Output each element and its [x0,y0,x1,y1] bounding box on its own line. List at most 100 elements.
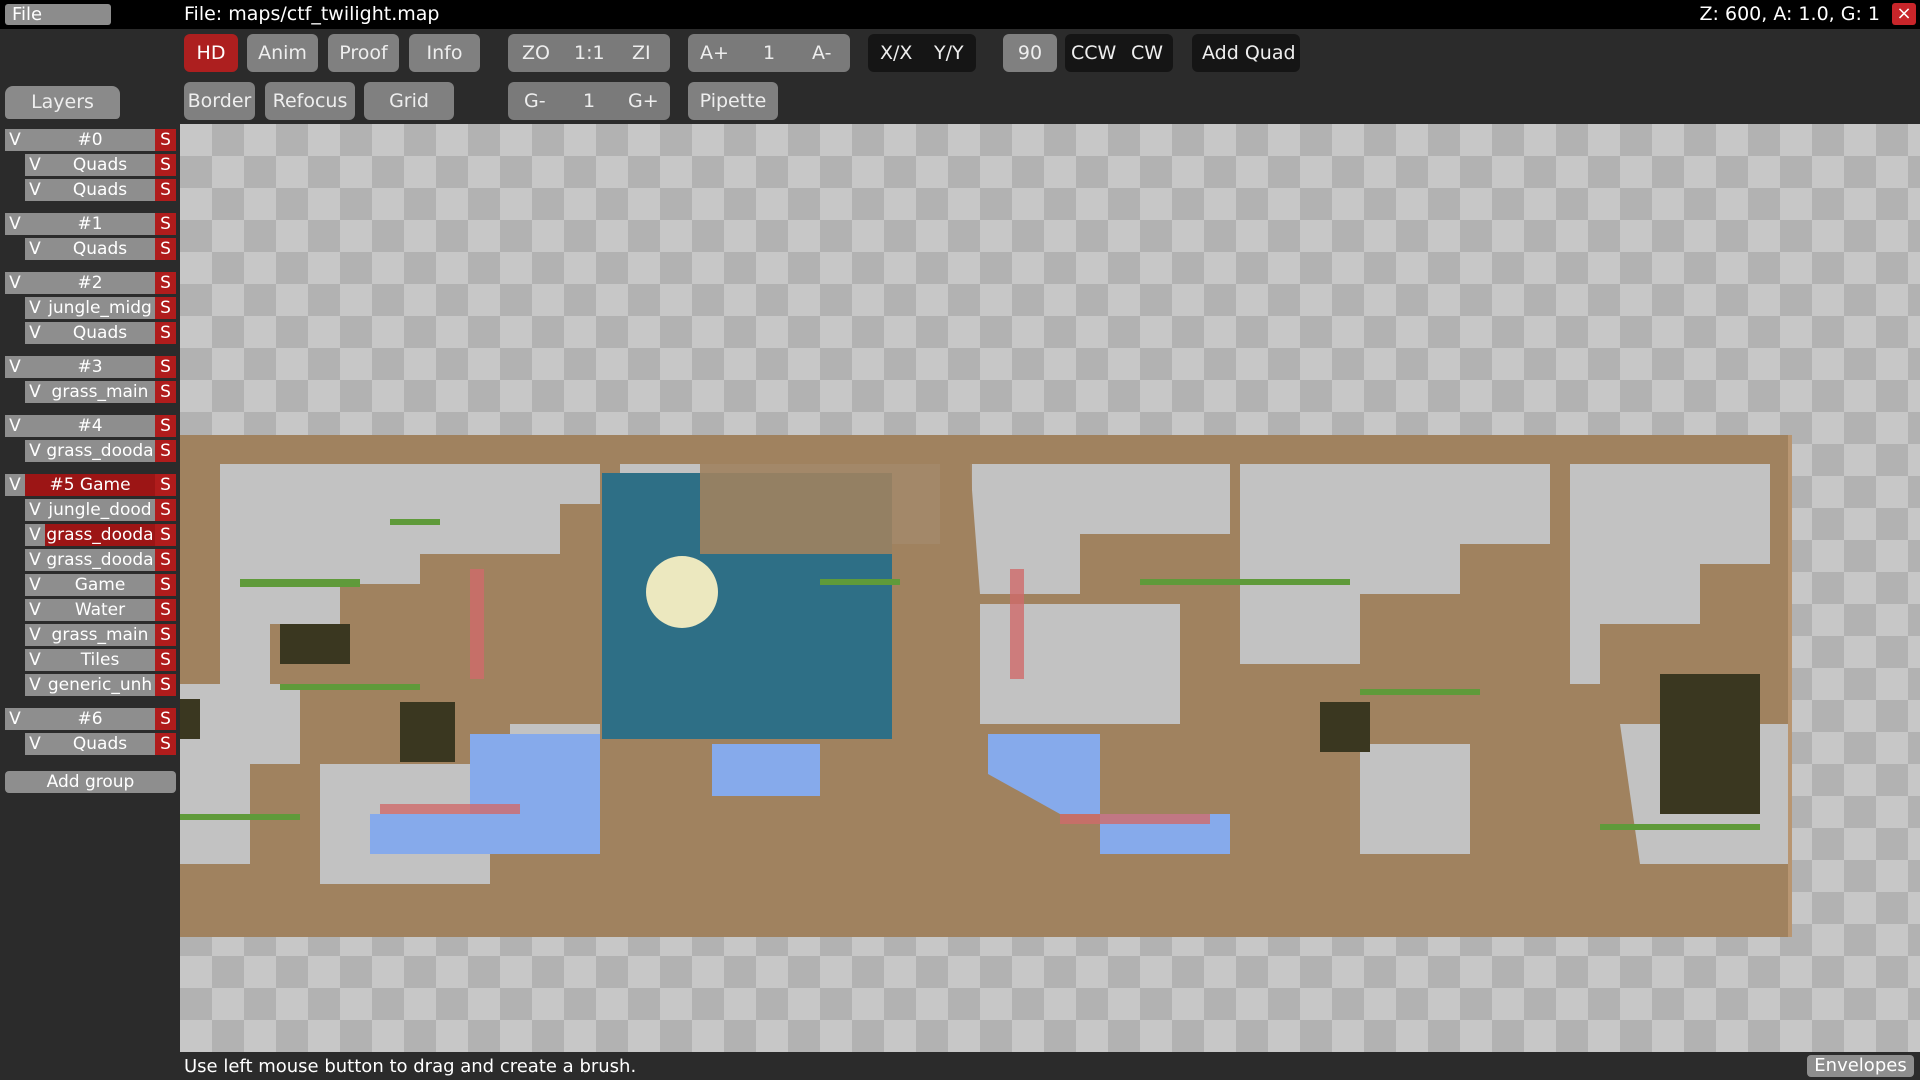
layer-item[interactable]: V Quads S [25,322,176,344]
layer-item[interactable]: V Tiles S [25,649,176,671]
layer-visibility-toggle[interactable]: V [25,179,45,201]
layer-item[interactable]: Vgeneric_unh S [25,674,176,696]
layer-name[interactable]: Quads [45,238,155,260]
layer-visibility-toggle[interactable]: V [25,381,45,403]
layer-solo-toggle[interactable]: S [155,674,176,696]
layer-name[interactable]: jungle_dood [45,499,155,521]
layer-visibility-toggle[interactable]: V [25,599,45,621]
layer-solo-toggle[interactable]: S [155,624,176,646]
group-visibility-toggle[interactable]: V [5,272,25,294]
layer-item[interactable]: V Quads S [25,238,176,260]
rotate-cw-button[interactable]: CW [1131,34,1163,72]
layer-solo-toggle[interactable]: S [155,599,176,621]
layer-visibility-toggle[interactable]: V [25,574,45,596]
proof-button[interactable]: Proof [328,34,399,72]
border-button[interactable]: Border [184,82,255,120]
group-solo-toggle[interactable]: S [155,708,176,730]
layer-visibility-toggle[interactable]: V [25,297,45,319]
group-solo-toggle[interactable]: S [155,415,176,437]
group-solo-toggle[interactable]: S [155,474,176,496]
layers-tab[interactable]: Layers [5,86,120,119]
layer-item[interactable]: V Quads S [25,179,176,201]
grid-increase-button[interactable]: G+ [628,82,659,120]
layer-solo-toggle[interactable]: S [155,549,176,571]
layer-solo-toggle[interactable]: S [155,733,176,755]
layer-solo-toggle[interactable]: S [155,238,176,260]
layer-item[interactable]: V Quads S [25,733,176,755]
layer-visibility-toggle[interactable]: V [25,440,45,462]
flip-y-button[interactable]: Y/Y [934,34,964,72]
group-visibility-toggle[interactable]: V [5,129,25,151]
layer-visibility-toggle[interactable]: V [25,674,45,696]
zoom-in-button[interactable]: ZI [632,34,651,72]
group-name[interactable]: #6 [25,708,155,730]
add-group-button[interactable]: Add group [5,771,176,793]
group-name[interactable]: #5 Game [25,474,155,496]
layer-group-3[interactable]: V #3 S [5,356,176,378]
layer-visibility-toggle[interactable]: V [25,499,45,521]
anim-faster-button[interactable]: A+ [700,34,729,72]
group-name[interactable]: #2 [25,272,155,294]
anim-slower-button[interactable]: A- [812,34,831,72]
layer-solo-toggle[interactable]: S [155,179,176,201]
layer-name[interactable]: Quads [45,733,155,755]
layer-visibility-toggle[interactable]: V [25,322,45,344]
group-solo-toggle[interactable]: S [155,213,176,235]
layer-visibility-toggle[interactable]: V [25,624,45,646]
layer-item[interactable]: V Water S [25,599,176,621]
layer-solo-toggle[interactable]: S [155,649,176,671]
layer-name[interactable]: grass_main [45,381,155,403]
layer-name[interactable]: generic_unh [45,674,155,696]
refocus-button[interactable]: Refocus [265,82,355,120]
layer-visibility-toggle[interactable]: V [25,733,45,755]
layer-group-5[interactable]: V #5 Game S [5,474,176,496]
layer-solo-toggle[interactable]: S [155,440,176,462]
pipette-button[interactable]: Pipette [688,82,778,120]
layer-item[interactable]: Vgrass_dooda S [25,549,176,571]
layer-visibility-toggle[interactable]: V [25,549,45,571]
envelopes-button[interactable]: Envelopes [1807,1055,1914,1077]
layer-item[interactable]: V Game S [25,574,176,596]
zoom-out-button[interactable]: ZO [522,34,550,72]
layer-item[interactable]: Vgrass_dooda S [25,524,176,546]
anim-button[interactable]: Anim [247,34,318,72]
info-button[interactable]: Info [409,34,480,72]
group-solo-toggle[interactable]: S [155,129,176,151]
group-name[interactable]: #4 [25,415,155,437]
layer-name[interactable]: Quads [45,179,155,201]
layer-name[interactable]: Water [45,599,155,621]
layer-group-1[interactable]: V #1 S [5,213,176,235]
group-visibility-toggle[interactable]: V [5,708,25,730]
group-visibility-toggle[interactable]: V [5,415,25,437]
layer-name[interactable]: Quads [45,154,155,176]
layer-name[interactable]: grass_main [45,624,155,646]
grid-decrease-button[interactable]: G- [524,82,546,120]
layer-group-0[interactable]: V #0 S [5,129,176,151]
layer-solo-toggle[interactable]: S [155,154,176,176]
layer-name[interactable]: Game [45,574,155,596]
group-solo-toggle[interactable]: S [155,356,176,378]
file-menu[interactable]: File [5,4,111,25]
layer-visibility-toggle[interactable]: V [25,524,45,546]
layer-group-2[interactable]: V #2 S [5,272,176,294]
layer-visibility-toggle[interactable]: V [25,238,45,260]
group-name[interactable]: #3 [25,356,155,378]
layer-item[interactable]: Vjungle_midg S [25,297,176,319]
rotate-ccw-button[interactable]: CCW [1071,34,1116,72]
layer-solo-toggle[interactable]: S [155,499,176,521]
layer-solo-toggle[interactable]: S [155,524,176,546]
layer-solo-toggle[interactable]: S [155,322,176,344]
group-solo-toggle[interactable]: S [155,272,176,294]
layer-visibility-toggle[interactable]: V [25,649,45,671]
layer-group-6[interactable]: V #6 S [5,708,176,730]
layer-item[interactable]: Vgrass_dooda S [25,440,176,462]
layer-name[interactable]: grass_dooda [45,440,155,462]
layer-name[interactable]: grass_dooda [45,524,155,546]
layer-visibility-toggle[interactable]: V [25,154,45,176]
flip-x-button[interactable]: X/X [880,34,912,72]
layer-name[interactable]: grass_dooda [45,549,155,571]
close-icon[interactable]: × [1892,3,1916,25]
grid-button[interactable]: Grid [364,82,454,120]
layer-name[interactable]: Quads [45,322,155,344]
layer-group-4[interactable]: V #4 S [5,415,176,437]
